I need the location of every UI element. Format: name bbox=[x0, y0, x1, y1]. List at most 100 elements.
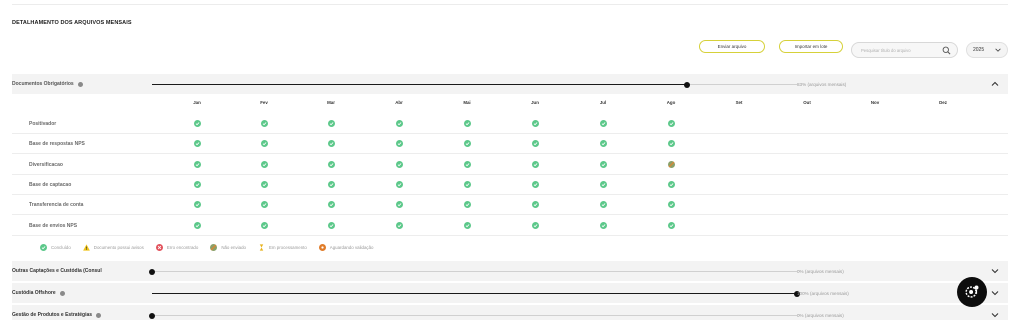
check-circle-icon[interactable] bbox=[260, 140, 268, 148]
bulk-import-button[interactable]: Importar em lote bbox=[779, 40, 843, 53]
month-header: Jan bbox=[193, 100, 201, 105]
check-circle-icon[interactable] bbox=[395, 120, 403, 127]
chevron-up-icon[interactable] bbox=[990, 79, 1000, 89]
check-circle-icon[interactable] bbox=[599, 221, 607, 229]
check-circle-icon[interactable] bbox=[531, 221, 539, 229]
check-circle-icon[interactable] bbox=[667, 140, 675, 148]
progress-knob bbox=[149, 312, 155, 319]
check-circle-icon[interactable] bbox=[463, 120, 471, 127]
accessibility-settings-button[interactable] bbox=[957, 277, 987, 307]
info-icon[interactable] bbox=[59, 290, 65, 296]
check-circle-icon[interactable] bbox=[193, 160, 201, 168]
legend-item: Não enviado bbox=[210, 244, 246, 251]
legend-label: Não enviado bbox=[221, 245, 246, 250]
document-label: Base de envios NPS bbox=[29, 222, 78, 229]
check-circle-icon[interactable] bbox=[531, 180, 539, 188]
error-circle-icon bbox=[155, 244, 163, 251]
check-circle-icon[interactable] bbox=[599, 201, 607, 209]
check-circle-icon[interactable] bbox=[193, 140, 201, 148]
check-circle-icon[interactable] bbox=[463, 180, 471, 188]
month-header: Dez bbox=[939, 100, 947, 105]
year-select[interactable]: 2025 bbox=[966, 42, 1008, 58]
check-circle-icon[interactable] bbox=[599, 180, 607, 188]
check-circle-icon[interactable] bbox=[667, 180, 675, 188]
legend-label: Erro encontrado bbox=[166, 245, 199, 250]
hourglass-icon bbox=[259, 244, 264, 251]
search-field[interactable] bbox=[851, 42, 958, 58]
check-circle-icon[interactable] bbox=[395, 221, 403, 229]
search-input[interactable] bbox=[861, 47, 941, 53]
check-circle-icon[interactable] bbox=[531, 120, 539, 127]
progress-knob bbox=[149, 268, 155, 275]
month-header: Fev bbox=[260, 100, 268, 105]
check-circle-icon[interactable] bbox=[667, 201, 675, 209]
progress-label: 100% (arquivos mensais) bbox=[797, 291, 849, 296]
check-circle-icon[interactable] bbox=[395, 180, 403, 188]
warning-triangle-icon bbox=[82, 244, 90, 251]
accordion-title: Gestão de Produtos e Estratégias bbox=[12, 312, 93, 318]
check-circle-icon[interactable] bbox=[260, 201, 268, 209]
accordion-gestao-produtos[interactable]: Gestão de Produtos e Estratégias 0% (arq… bbox=[12, 305, 1008, 320]
check-circle-icon[interactable] bbox=[327, 120, 335, 127]
document-label: Transferencia de conta bbox=[29, 202, 84, 209]
check-circle-icon[interactable] bbox=[531, 140, 539, 148]
month-header: Set bbox=[735, 100, 743, 105]
check-circle-icon[interactable] bbox=[531, 160, 539, 168]
check-circle-icon[interactable] bbox=[667, 120, 675, 127]
check-circle-icon[interactable] bbox=[327, 201, 335, 209]
chevron-down-icon[interactable] bbox=[990, 310, 1000, 320]
check-circle-icon[interactable] bbox=[327, 180, 335, 188]
document-row: Base de envios NPS bbox=[12, 216, 1008, 236]
check-circle-icon[interactable] bbox=[599, 160, 607, 168]
check-circle-icon[interactable] bbox=[531, 201, 539, 209]
search-icon[interactable] bbox=[942, 46, 951, 55]
document-row: Base de respostas NPS bbox=[12, 134, 1008, 155]
not-sent-icon[interactable] bbox=[667, 160, 675, 168]
check-circle-icon[interactable] bbox=[260, 180, 268, 188]
chevron-down-icon[interactable] bbox=[990, 288, 1000, 298]
document-row: Positivador bbox=[12, 114, 1008, 134]
check-circle-icon[interactable] bbox=[193, 180, 201, 188]
month-header: Ago bbox=[666, 100, 676, 105]
progress-knob bbox=[684, 81, 690, 88]
document-row: Diversificacao bbox=[12, 155, 1008, 175]
check-circle-icon[interactable] bbox=[463, 140, 471, 148]
document-row: Base de captacao bbox=[12, 175, 1008, 195]
check-circle-icon[interactable] bbox=[395, 140, 403, 148]
check-circle-icon[interactable] bbox=[327, 140, 335, 148]
check-circle-icon[interactable] bbox=[260, 160, 268, 168]
check-circle-icon[interactable] bbox=[463, 221, 471, 229]
check-circle-icon[interactable] bbox=[395, 160, 403, 168]
check-circle-icon[interactable] bbox=[667, 221, 675, 229]
send-file-button[interactable]: Enviar arquivo bbox=[699, 40, 765, 53]
legend-item: Concluído bbox=[40, 244, 71, 251]
accordion-documentos-obrigatorios[interactable]: Documentos Obrigatórios 83% (arquivos me… bbox=[12, 74, 1008, 94]
check-circle-icon[interactable] bbox=[463, 160, 471, 168]
accordion-custodia-offshore[interactable]: Custódia Offshore 100% (arquivos mensais… bbox=[12, 283, 1008, 303]
progress-label: 0% (arquivos mensais) bbox=[797, 269, 844, 274]
document-row: Transferencia de conta bbox=[12, 195, 1008, 216]
check-circle-icon[interactable] bbox=[599, 120, 607, 127]
progress-track bbox=[149, 312, 797, 319]
chevron-down-icon[interactable] bbox=[990, 266, 1000, 276]
check-circle-icon[interactable] bbox=[327, 221, 335, 229]
month-header-row: Jan Fev Mar Abr Mai Jun Jul Ago Set Out Nov Dez bbox=[12, 100, 1008, 108]
check-circle-icon[interactable] bbox=[463, 201, 471, 209]
info-icon[interactable] bbox=[96, 312, 102, 318]
check-circle-icon[interactable] bbox=[395, 201, 403, 209]
check-circle-icon[interactable] bbox=[193, 120, 201, 127]
accordion-outras-captacoes[interactable]: Outras Captações e Custódia (Consul 0% (… bbox=[12, 261, 1008, 281]
check-circle-icon[interactable] bbox=[193, 201, 201, 209]
progress-track bbox=[152, 290, 800, 297]
info-icon[interactable] bbox=[77, 81, 83, 87]
legend-label: Documento possui avisos bbox=[93, 245, 144, 250]
check-circle-icon[interactable] bbox=[193, 221, 201, 229]
document-label: Positivador bbox=[29, 121, 57, 127]
legend-item: Erro encontrado bbox=[155, 244, 199, 251]
check-circle-icon[interactable] bbox=[599, 140, 607, 148]
accessibility-gear-icon bbox=[965, 285, 979, 298]
check-circle-icon[interactable] bbox=[260, 120, 268, 127]
check-circle-icon[interactable] bbox=[327, 160, 335, 168]
legend-item: Em processamento bbox=[258, 244, 307, 251]
check-circle-icon[interactable] bbox=[260, 221, 268, 229]
